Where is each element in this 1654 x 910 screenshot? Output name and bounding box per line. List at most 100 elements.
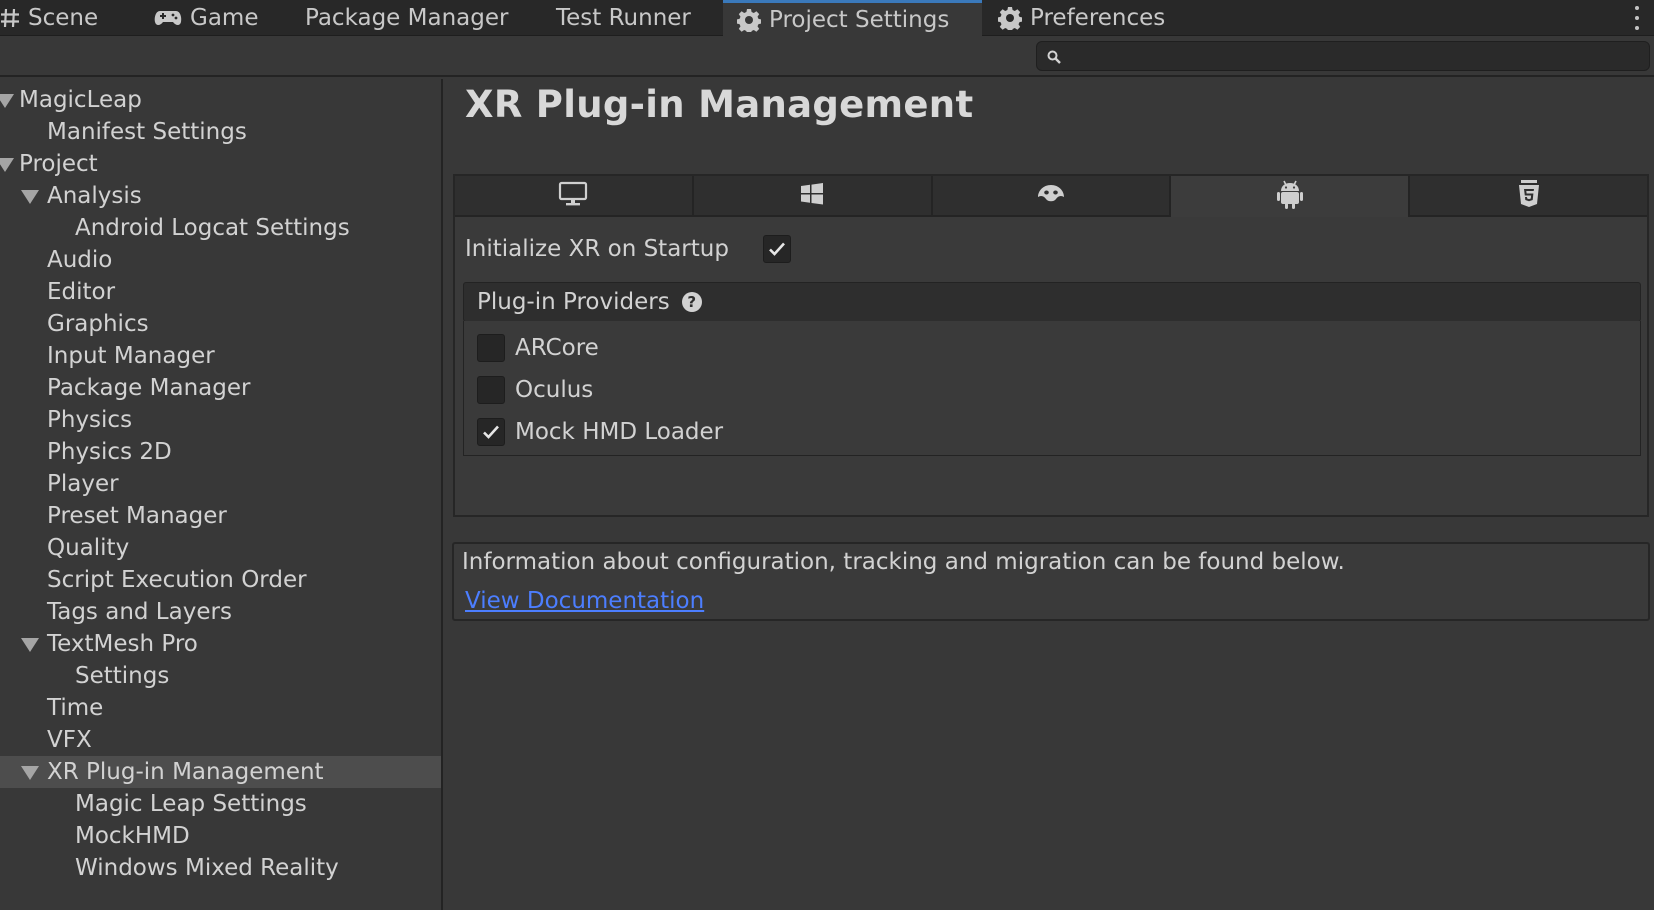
checkmark-icon [483, 425, 499, 439]
tab-label: Game [190, 5, 259, 31]
editor-tab-bar: Scene Game Package Manager Test Runner P… [0, 0, 1654, 37]
desktop-icon [558, 181, 588, 211]
expand-arrow-icon[interactable] [0, 94, 14, 108]
tree-item-physics-2d[interactable]: Physics 2D [0, 436, 441, 468]
tree-item-label: Project [19, 151, 98, 177]
tree-item-label: Input Manager [47, 343, 215, 369]
tree-item-label: Script Execution Order [47, 567, 307, 593]
tree-item-xr-plugin-management[interactable]: XR Plug-in Management [0, 756, 441, 788]
tree-item-vfx[interactable]: VFX [0, 724, 441, 756]
settings-search-box[interactable] [1036, 41, 1650, 71]
plugin-providers-label: Plug-in Providers [477, 289, 670, 315]
tree-item-label: Android Logcat Settings [75, 215, 350, 241]
provider-label: Oculus [515, 377, 594, 403]
tree-item-label: Magic Leap Settings [75, 791, 307, 817]
settings-tree: MagicLeap Manifest Settings Project Anal… [0, 79, 443, 910]
tree-item-android-logcat-settings[interactable]: Android Logcat Settings [0, 212, 441, 244]
tree-item-script-execution-order[interactable]: Script Execution Order [0, 564, 441, 596]
tree-item-input-manager[interactable]: Input Manager [0, 340, 441, 372]
tree-item-audio[interactable]: Audio [0, 244, 441, 276]
tree-item-label: VFX [47, 727, 92, 753]
info-text: Information about configuration, trackin… [462, 549, 1345, 575]
platform-tabs [455, 176, 1647, 217]
initialize-xr-row: Initialize XR on Startup [465, 232, 729, 266]
expand-arrow-icon[interactable] [0, 158, 14, 172]
expand-arrow-icon[interactable] [21, 638, 39, 652]
search-input[interactable] [1067, 42, 1637, 70]
platform-tab-webgl[interactable] [1410, 176, 1647, 217]
tree-item-label: Package Manager [47, 375, 251, 401]
tree-item-physics[interactable]: Physics [0, 404, 441, 436]
plugin-providers-header: Plug-in Providers ? [463, 282, 1641, 322]
provider-oculus[interactable]: Oculus [477, 373, 593, 407]
gear-icon [737, 8, 761, 32]
tab-preferences[interactable]: Preferences [998, 0, 1198, 36]
initialize-xr-checkbox[interactable] [763, 235, 791, 263]
tab-label: Preferences [1030, 5, 1166, 31]
tree-item-label: Physics [47, 407, 133, 433]
view-documentation-link[interactable]: View Documentation [465, 588, 704, 614]
provider-label: ARCore [515, 335, 599, 361]
checkmark-icon [769, 242, 785, 256]
tree-item-quality[interactable]: Quality [0, 532, 441, 564]
search-icon [1047, 49, 1061, 68]
tree-item-label: Tags and Layers [47, 599, 232, 625]
tab-scene[interactable]: Scene [0, 0, 125, 36]
tree-item-label: Settings [75, 663, 170, 689]
tree-item-time[interactable]: Time [0, 692, 441, 724]
tab-label: Test Runner [556, 5, 691, 31]
tab-test-runner[interactable]: Test Runner [556, 0, 716, 36]
provider-arcore[interactable]: ARCore [477, 331, 599, 365]
html5-icon [1518, 179, 1540, 212]
platform-tab-magicleap[interactable] [932, 176, 1172, 217]
provider-checkbox[interactable] [477, 334, 505, 362]
platform-tab-standalone[interactable] [455, 176, 694, 217]
info-box: Information about configuration, trackin… [452, 542, 1650, 621]
more-options-icon[interactable] [1634, 6, 1640, 30]
tree-item-magicleap[interactable]: MagicLeap [0, 84, 441, 116]
tab-project-settings[interactable]: Project Settings [723, 0, 982, 37]
tree-item-textmesh-pro[interactable]: TextMesh Pro [0, 628, 441, 660]
tree-item-project[interactable]: Project [0, 148, 441, 180]
tree-item-label: Editor [47, 279, 116, 305]
tree-item-tags-and-layers[interactable]: Tags and Layers [0, 596, 441, 628]
grid-icon [0, 8, 20, 28]
tab-label: Scene [28, 5, 99, 31]
gear-icon [998, 6, 1022, 30]
tab-package-manager[interactable]: Package Manager [305, 0, 525, 36]
settings-panel: XR Plug-in Management Initialize XR on S… [445, 79, 1654, 910]
tree-item-player[interactable]: Player [0, 468, 441, 500]
tab-game[interactable]: Game [154, 0, 272, 36]
tree-item-label: Quality [47, 535, 130, 561]
platform-tab-windows[interactable] [693, 176, 933, 217]
tree-item-magic-leap-settings[interactable]: Magic Leap Settings [0, 788, 441, 820]
provider-checkbox[interactable] [477, 376, 505, 404]
expand-arrow-icon[interactable] [21, 190, 39, 204]
tree-item-package-manager[interactable]: Package Manager [0, 372, 441, 404]
tab-label: Package Manager [305, 5, 509, 31]
platform-settings-box: Initialize XR on Startup Plug-in Provide… [453, 174, 1649, 517]
tree-item-textmesh-settings[interactable]: Settings [0, 660, 441, 692]
expand-arrow-icon[interactable] [21, 766, 39, 780]
tree-item-label: Analysis [47, 183, 142, 209]
tree-item-windows-mixed-reality[interactable]: Windows Mixed Reality [0, 852, 441, 884]
tree-item-mockhmd[interactable]: MockHMD [0, 820, 441, 852]
search-row [0, 37, 1654, 77]
plugin-providers-list: ARCore Oculus Mock HMD Loader [463, 321, 1641, 456]
page-title: XR Plug-in Management [465, 83, 974, 126]
tree-item-analysis[interactable]: Analysis [0, 180, 441, 212]
tree-item-preset-manager[interactable]: Preset Manager [0, 500, 441, 532]
tree-item-label: Time [47, 695, 104, 721]
tree-item-label: MagicLeap [19, 87, 142, 113]
platform-tab-android[interactable] [1171, 176, 1411, 217]
tree-item-label: Graphics [47, 311, 149, 337]
help-icon[interactable]: ? [681, 292, 702, 312]
tree-item-graphics[interactable]: Graphics [0, 308, 441, 340]
provider-mock-hmd-loader[interactable]: Mock HMD Loader [477, 415, 723, 449]
provider-checkbox[interactable] [477, 418, 505, 446]
tree-item-manifest-settings[interactable]: Manifest Settings [0, 116, 441, 148]
tree-item-label: TextMesh Pro [47, 631, 198, 657]
gamepad-icon [154, 9, 182, 27]
tab-label: Project Settings [769, 7, 950, 33]
tree-item-editor[interactable]: Editor [0, 276, 441, 308]
